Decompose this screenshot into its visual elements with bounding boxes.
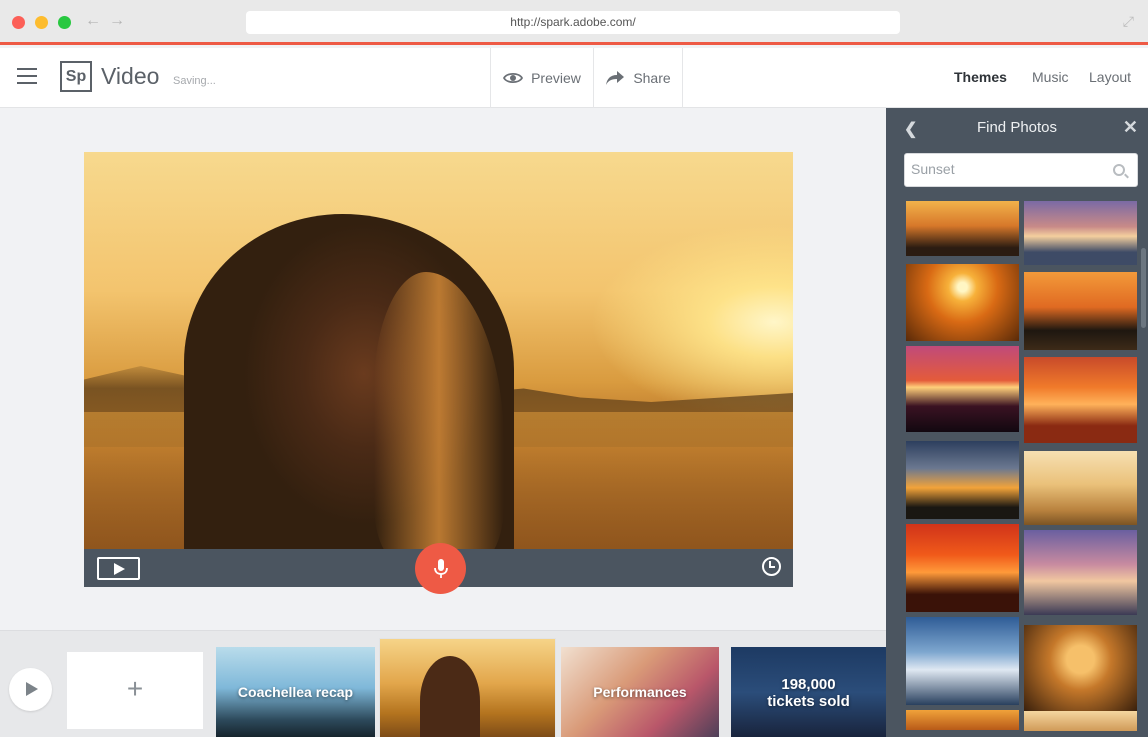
close-window-button[interactable] (12, 16, 25, 29)
editor-stage (0, 108, 886, 630)
slide-thumb-performances[interactable]: Performances (561, 647, 719, 737)
eye-icon (503, 72, 524, 84)
photo-results-grid (906, 201, 1138, 737)
forward-arrow-icon[interactable]: → (109, 12, 125, 30)
share-label: Share (633, 70, 671, 86)
play-slide-icon[interactable] (97, 557, 140, 580)
ring-silhouette-thumb[interactable] (1024, 625, 1137, 711)
share-button[interactable]: Share (593, 48, 683, 108)
spark-logo: Sp (60, 61, 92, 92)
purple-sky-thumb[interactable] (1024, 530, 1137, 615)
slide-caption-line1: 198,000 (781, 675, 836, 693)
search-icon[interactable] (1113, 164, 1125, 176)
close-icon[interactable]: ✕ (1123, 117, 1138, 138)
minimize-window-button[interactable] (35, 16, 48, 29)
slide-duration-icon[interactable] (762, 557, 781, 576)
pink-lake-sunset-thumb[interactable] (906, 346, 1019, 432)
red-clouds-thumb[interactable] (1024, 357, 1137, 443)
app-header: Sp Video Saving... Preview Share Themes … (0, 48, 1148, 108)
browser-chrome: ← → http://spark.adobe.com/ ⤢ (0, 0, 1148, 45)
chevron-left-icon[interactable]: ❮ (904, 119, 917, 139)
slide-preview-photo[interactable] (84, 152, 793, 549)
slide-thumb-girl-field[interactable] (380, 639, 555, 737)
save-status: Saving... (173, 75, 216, 87)
play-video-button[interactable] (9, 668, 52, 711)
microphone-icon (433, 558, 448, 578)
girl-field-thumb[interactable] (1024, 451, 1137, 525)
themes-link[interactable]: Themes (954, 69, 1007, 85)
layout-link[interactable]: Layout (1089, 69, 1131, 85)
slide-thumb-tickets[interactable]: 198,000 tickets sold (731, 647, 886, 737)
find-photos-panel: Find Photos ❮ ✕ (886, 108, 1148, 737)
dusk-clouds-thumb[interactable] (906, 441, 1019, 519)
share-arrow-icon (606, 71, 625, 85)
orange-water-thumb[interactable] (1024, 272, 1137, 350)
slide-caption: Coachellea recap (237, 684, 354, 700)
menu-icon[interactable] (17, 68, 37, 84)
sunset-strip-thumb-1[interactable] (906, 710, 1019, 730)
music-link[interactable]: Music (1032, 69, 1069, 85)
record-voice-button[interactable] (415, 543, 466, 594)
panel-scrollbar[interactable] (1141, 248, 1146, 328)
fern-sunset-thumb[interactable] (906, 201, 1019, 256)
search-input[interactable] (911, 161, 1101, 177)
sun-over-clouds-thumb[interactable] (906, 264, 1019, 341)
panel-title: Find Photos (976, 119, 1058, 136)
slide-caption-line2: tickets sold (767, 692, 850, 710)
pier-sunset-thumb[interactable] (1024, 201, 1137, 265)
address-bar[interactable]: http://spark.adobe.com/ (246, 11, 900, 34)
maximize-window-button[interactable] (58, 16, 71, 29)
app-title: Video (101, 63, 160, 89)
slide-caption: Performances (593, 684, 687, 700)
slide-thumb-coachella[interactable]: Coachellea recap (216, 647, 375, 737)
red-sky-trees-thumb[interactable] (906, 524, 1019, 612)
back-arrow-icon[interactable]: ← (85, 12, 101, 30)
sunset-strip-thumb-2[interactable] (1024, 711, 1137, 731)
add-slide-button[interactable]: + (67, 652, 203, 729)
photo-search-box[interactable] (904, 153, 1138, 187)
preview-button[interactable]: Preview (490, 48, 593, 108)
fullscreen-icon[interactable]: ⤢ (1123, 13, 1134, 30)
preview-label: Preview (531, 70, 581, 86)
blue-clouds-thumb[interactable] (906, 617, 1019, 705)
slide-timeline: + Coachellea recap Performances 198,000 … (0, 630, 886, 737)
